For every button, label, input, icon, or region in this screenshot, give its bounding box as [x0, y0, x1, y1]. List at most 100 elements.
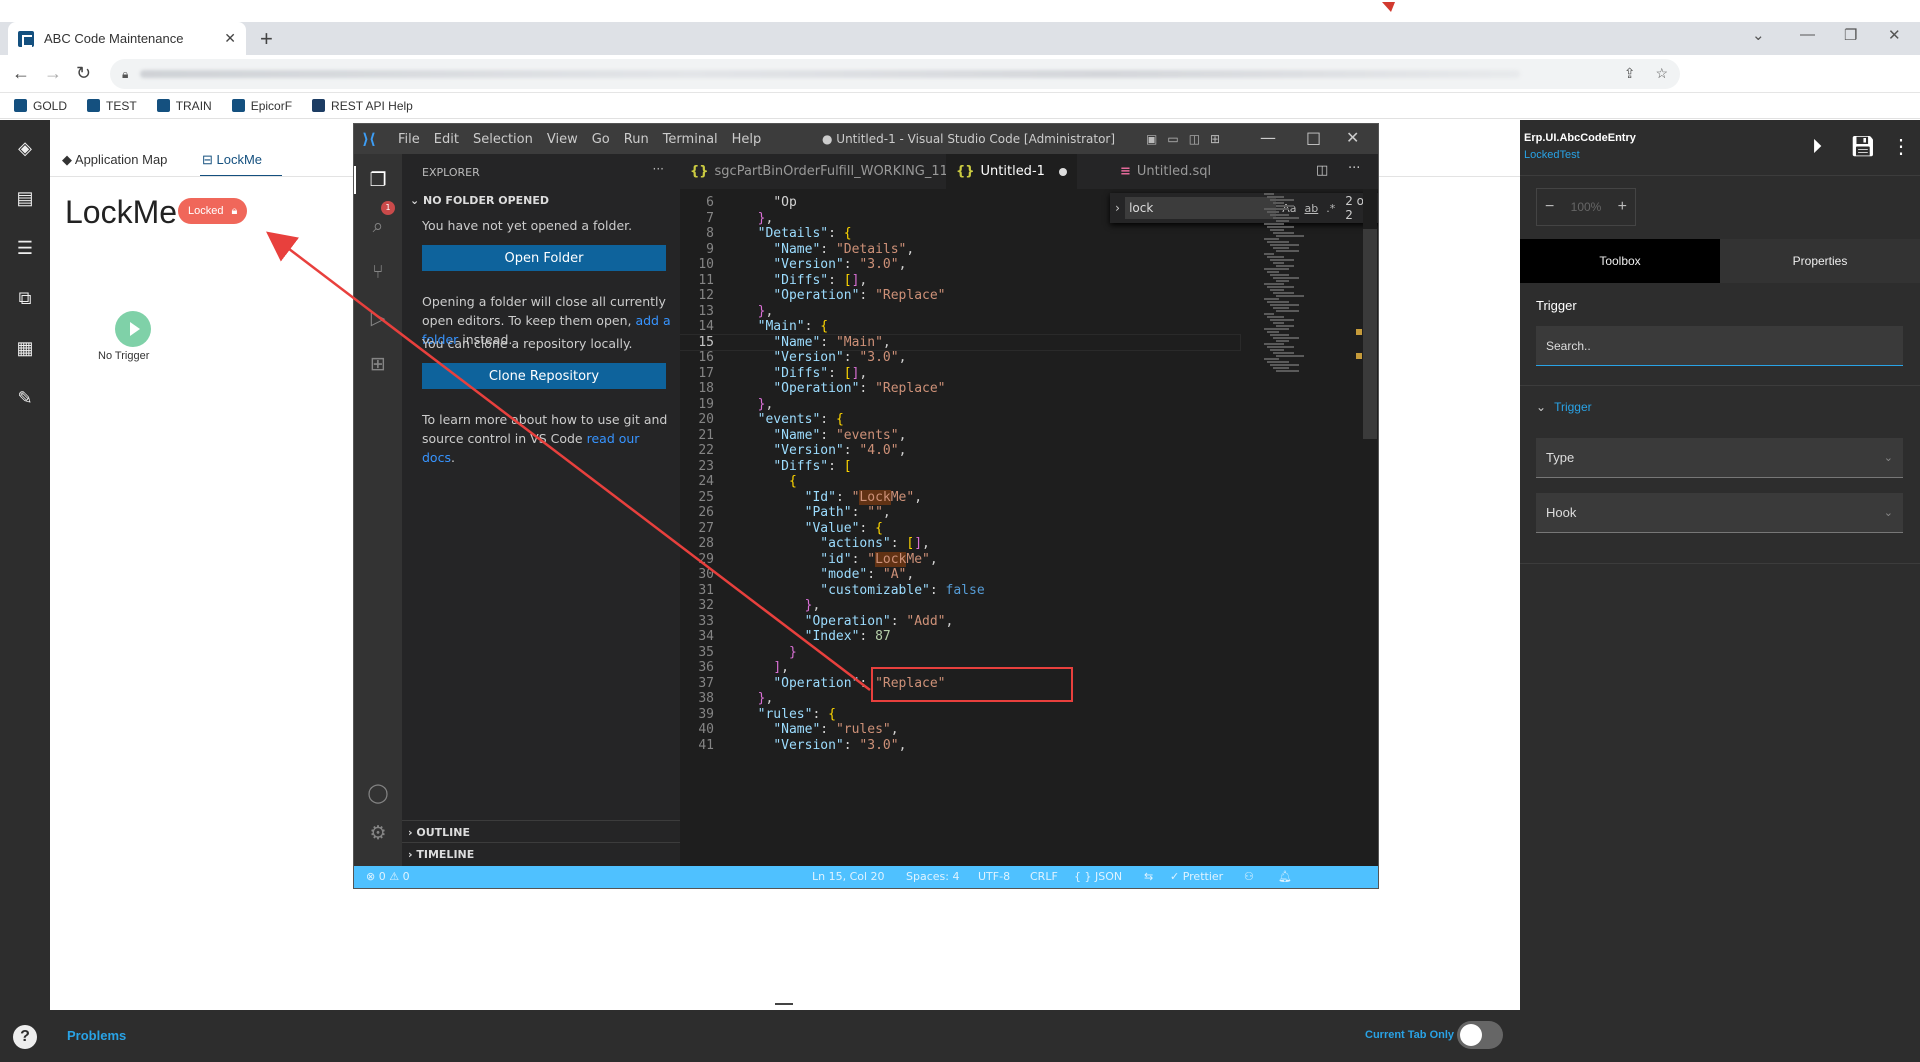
bookmark-train[interactable]: TRAIN — [156, 99, 212, 113]
code-line[interactable]: 17 "Diffs": [], — [680, 366, 1240, 382]
more-menu-icon[interactable]: ⋮ — [1888, 134, 1914, 160]
code-line[interactable]: 13 }, — [680, 304, 1240, 320]
menu-file[interactable]: File — [398, 132, 420, 147]
type-select[interactable]: Type ⌄ — [1536, 438, 1903, 478]
code-line[interactable]: 19 }, — [680, 397, 1240, 413]
forward-icon[interactable]: → — [44, 63, 62, 84]
code-line[interactable]: 23 "Diffs": [ — [680, 459, 1240, 475]
eol-status[interactable]: CRLF — [1030, 870, 1058, 883]
bookmark-star-icon[interactable]: ☆ — [1655, 65, 1668, 82]
code-line[interactable]: 29 "id": "LockMe", — [680, 551, 1240, 568]
tab-application-map[interactable]: ◆ Application Map — [62, 152, 167, 168]
flow-icon[interactable]: ⧉ — [13, 286, 37, 310]
trigger-play-button[interactable] — [115, 311, 151, 347]
help-icon[interactable]: ? — [13, 1025, 37, 1049]
cursor-position[interactable]: Ln 15, Col 20 — [812, 870, 885, 883]
menu-terminal[interactable]: Terminal — [663, 132, 718, 147]
run-icon[interactable]: ⏵ — [1804, 134, 1830, 160]
code-line[interactable]: 41 "Version": "3.0", — [680, 738, 1240, 754]
zoom-out-button[interactable]: − — [1545, 198, 1554, 216]
share-icon[interactable]: ⇪ — [1624, 65, 1636, 82]
bookmark-test[interactable]: TEST — [87, 99, 137, 113]
no-folder-header[interactable]: ⌄ NO FOLDER OPENED — [410, 194, 549, 207]
explorer-more-icon[interactable]: ··· — [653, 162, 664, 176]
editor-more-icon[interactable]: ··· — [1348, 161, 1360, 176]
extensions-icon[interactable]: ⊞ — [366, 352, 390, 376]
restore-icon[interactable]: ❐ — [1844, 26, 1857, 44]
code-line[interactable]: 10 "Version": "3.0", — [680, 257, 1240, 273]
run-debug-icon[interactable]: ▷ — [366, 306, 390, 330]
code-line[interactable]: 33 "Operation": "Add", — [680, 614, 1240, 630]
notifications-bell-icon[interactable]: 🔔︎ — [1278, 870, 1292, 883]
prettier-status[interactable]: ✓ Prettier — [1170, 870, 1223, 883]
toggle-panel-icon[interactable]: ▭ — [1167, 132, 1178, 146]
accounts-icon[interactable]: ◯ — [366, 781, 390, 805]
bookmark-gold[interactable]: GOLD — [14, 99, 67, 113]
menu-selection[interactable]: Selection — [473, 132, 533, 147]
feedback-icon[interactable]: ⚇ — [1244, 870, 1254, 883]
menu-help[interactable]: Help — [732, 132, 762, 147]
toolbox-search-input[interactable]: Search.. — [1536, 326, 1903, 366]
code-line[interactable]: 39 "rules": { — [680, 707, 1240, 723]
code-line[interactable]: 8 "Details": { — [680, 226, 1240, 242]
outline-section[interactable]: › OUTLINE — [408, 826, 470, 839]
hook-select[interactable]: Hook ⌄ — [1536, 493, 1903, 533]
layers-icon[interactable]: ◈ — [13, 136, 37, 160]
code-line[interactable]: 32 }, — [680, 598, 1240, 614]
toggle-sidebar-icon[interactable]: ▣ — [1146, 132, 1157, 146]
code-line[interactable]: 31 "customizable": false — [680, 583, 1240, 599]
code-line[interactable]: 40 "Name": "rules", — [680, 722, 1240, 738]
tab-lockme[interactable]: ⊟ LockMe — [202, 152, 262, 168]
vscode-minimize-icon[interactable]: — — [1260, 128, 1276, 147]
code-line[interactable]: 27 "Value": { — [680, 521, 1240, 537]
code-line[interactable]: 35 } — [680, 645, 1240, 661]
toggle-secondary-sidebar-icon[interactable]: ◫ — [1189, 132, 1200, 146]
code-line[interactable]: 20 "events": { — [680, 412, 1240, 428]
new-tab-button[interactable]: + — [260, 26, 273, 52]
menu-go[interactable]: Go — [592, 132, 610, 147]
format-icon[interactable]: ⇆ — [1144, 870, 1153, 883]
trigger-section-toggle[interactable]: ⌄ Trigger — [1536, 400, 1592, 414]
reload-icon[interactable]: ↻ — [76, 63, 91, 84]
layer-name[interactable]: LockedTest — [1524, 149, 1580, 161]
table-icon[interactable]: ▦ — [13, 336, 37, 360]
source-control-icon[interactable]: ⑂ — [366, 260, 390, 284]
menu-run[interactable]: Run — [624, 132, 649, 147]
save-icon[interactable]: 💾︎ — [1850, 134, 1876, 160]
open-folder-button[interactable]: Open Folder — [422, 245, 666, 271]
bookmark-epicorf[interactable]: EpicorF — [231, 99, 292, 113]
checklist-icon[interactable]: ☰ — [13, 236, 37, 260]
code-editor[interactable]: 6 "Op 7 }, 8 "Details": {9 "Name": "Detail… — [680, 189, 1378, 866]
code-line[interactable]: 18 "Operation": "Replace" — [680, 381, 1240, 397]
window-close-icon[interactable]: ✕ — [1888, 26, 1901, 44]
close-tab-icon[interactable]: ✕ — [224, 30, 236, 47]
code-line[interactable]: 24 { — [680, 474, 1240, 490]
layout-icon[interactable]: ▤ — [13, 186, 37, 210]
customize-layout-icon[interactable]: ⊞ — [1210, 132, 1220, 146]
toggle-replace-icon[interactable]: › — [1110, 201, 1125, 215]
menu-view[interactable]: View — [547, 132, 578, 147]
code-line[interactable]: 16 "Version": "3.0", — [680, 350, 1240, 366]
code-line[interactable]: 14 "Main": { — [680, 319, 1240, 335]
bookmark-rest-api-help[interactable]: REST API Help — [312, 99, 413, 113]
browser-tab[interactable]: ABC Code Maintenance ✕ — [8, 22, 246, 55]
split-editor-icon[interactable]: ◫ — [1316, 163, 1328, 178]
code-line[interactable]: 12 "Operation": "Replace" — [680, 288, 1240, 304]
problems-link[interactable]: Problems — [67, 1028, 126, 1043]
code-line[interactable]: 21 "Name": "events", — [680, 428, 1240, 444]
code-line[interactable]: 22 "Version": "4.0", — [680, 443, 1240, 459]
manage-gear-icon[interactable]: ⚙ — [366, 821, 390, 845]
code-line[interactable]: 9 "Name": "Details", — [680, 242, 1240, 258]
tab-untitled-1[interactable]: {} Untitled-1 — [946, 154, 1077, 189]
zoom-in-button[interactable]: + — [1618, 198, 1627, 216]
minimize-icon[interactable]: — — [1800, 26, 1815, 43]
regex-toggle[interactable]: .* — [1326, 202, 1335, 215]
tab-properties[interactable]: Properties — [1720, 239, 1920, 283]
vscode-close-icon[interactable]: ✕ — [1346, 128, 1359, 147]
scrollbar-thumb[interactable] — [1363, 229, 1377, 439]
minimap[interactable] — [1260, 189, 1316, 866]
indentation-status[interactable]: Spaces: 4 — [906, 870, 959, 883]
language-mode[interactable]: { } JSON — [1074, 870, 1122, 883]
code-line[interactable]: 26 "Path": "", — [680, 505, 1240, 521]
edit-document-icon[interactable]: ✎ — [13, 386, 37, 410]
